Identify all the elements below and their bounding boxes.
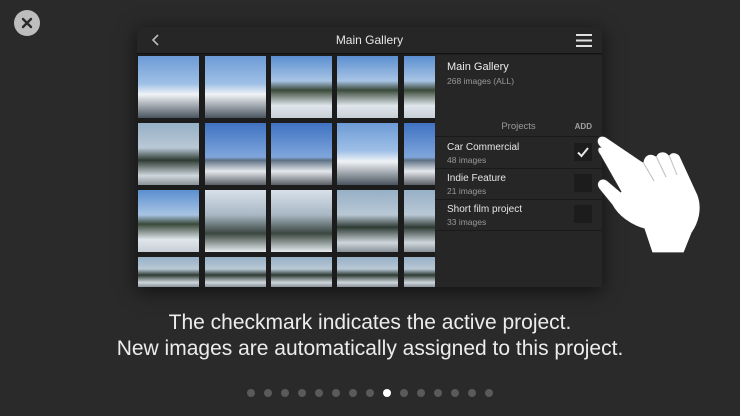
image-thumbnail[interactable]	[337, 190, 398, 252]
pagination-dot[interactable]	[485, 389, 493, 397]
gallery-item[interactable]: Main Gallery 268 images (ALL)	[435, 55, 602, 115]
image-thumbnail[interactable]	[271, 123, 332, 185]
project-count: 48 images	[447, 155, 487, 165]
image-thumbnail[interactable]	[404, 190, 435, 252]
image-thumbnail[interactable]	[205, 190, 266, 252]
pagination-dot[interactable]	[468, 389, 476, 397]
page-title: Main Gallery	[335, 33, 404, 47]
project-name: Car Commercial	[447, 142, 520, 153]
image-grid	[137, 55, 435, 287]
pagination-dot[interactable]	[298, 389, 306, 397]
close-button[interactable]	[14, 10, 40, 36]
project-name: Indie Feature	[447, 173, 506, 184]
hamburger-menu-icon[interactable]	[576, 34, 592, 47]
image-thumbnail[interactable]	[337, 56, 398, 118]
image-thumbnail[interactable]	[138, 56, 199, 118]
pointing-hand-icon	[596, 135, 701, 254]
device-screen: Main Gallery Main Gallery 268 images (AL…	[137, 27, 602, 287]
image-thumbnail[interactable]	[205, 123, 266, 185]
close-icon	[21, 17, 33, 29]
project-item[interactable]: Car Commercial 48 images	[435, 138, 602, 169]
project-count: 33 images	[447, 217, 487, 227]
image-thumbnail[interactable]	[271, 257, 332, 287]
gallery-name: Main Gallery	[447, 61, 509, 73]
pagination-dot-active[interactable]	[383, 389, 391, 397]
image-thumbnail[interactable]	[337, 123, 398, 185]
pagination-dot[interactable]	[315, 389, 323, 397]
image-thumbnail[interactable]	[138, 257, 199, 287]
pagination-dot[interactable]	[264, 389, 272, 397]
image-thumbnail[interactable]	[205, 56, 266, 118]
projects-panel: Main Gallery 268 images (ALL) Projects A…	[435, 55, 602, 287]
pagination-dot[interactable]	[349, 389, 357, 397]
project-item[interactable]: Short film project 33 images	[435, 200, 602, 231]
projects-header: Projects ADD	[435, 115, 602, 137]
image-thumbnail[interactable]	[138, 190, 199, 252]
image-thumbnail[interactable]	[271, 56, 332, 118]
image-thumbnail[interactable]	[205, 257, 266, 287]
image-thumbnail[interactable]	[138, 123, 199, 185]
project-name: Short film project	[447, 204, 523, 215]
pagination-dots	[0, 389, 740, 399]
image-thumbnail[interactable]	[337, 257, 398, 287]
gallery-count: 268 images (ALL)	[447, 76, 515, 86]
pagination-dot[interactable]	[417, 389, 425, 397]
image-thumbnail[interactable]	[404, 123, 435, 185]
image-thumbnail[interactable]	[271, 190, 332, 252]
top-bar: Main Gallery	[137, 27, 602, 54]
image-thumbnail[interactable]	[404, 257, 435, 287]
pagination-dot[interactable]	[451, 389, 459, 397]
caption-line-1: The checkmark indicates the active proje…	[168, 311, 572, 334]
image-thumbnail[interactable]	[404, 56, 435, 118]
pagination-dot[interactable]	[332, 389, 340, 397]
project-item[interactable]: Indie Feature 21 images	[435, 169, 602, 200]
pagination-dot[interactable]	[247, 389, 255, 397]
caption-line-2: New images are automatically assigned to…	[116, 337, 624, 360]
pagination-dot[interactable]	[400, 389, 408, 397]
pagination-dot[interactable]	[281, 389, 289, 397]
pagination-dot[interactable]	[434, 389, 442, 397]
pagination-dot[interactable]	[366, 389, 374, 397]
project-count: 21 images	[447, 186, 487, 196]
